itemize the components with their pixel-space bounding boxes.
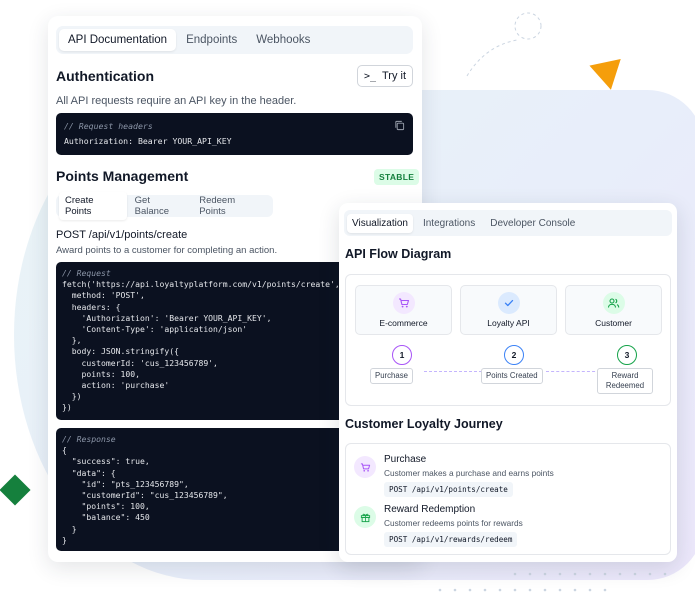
points-management-heading: Points Management: [56, 168, 189, 184]
tab-get-balance[interactable]: Get Balance: [129, 192, 192, 220]
node-loyalty-api: Loyalty API: [460, 285, 557, 335]
gift-icon: [354, 506, 376, 528]
endpoint-title: POST /api/v1/points/create: [56, 229, 188, 241]
step-number: 2: [504, 345, 524, 365]
step-label: Points Created: [481, 368, 543, 384]
points-tab-bar: Create Points Get Balance Redeem Points: [56, 192, 273, 220]
journey-description: Customer makes a purchase and earns poin…: [384, 468, 554, 478]
loyalty-journey-list: Purchase Customer makes a purchase and e…: [345, 443, 671, 555]
auth-code-block: // Request headers Authorization: Bearer…: [56, 113, 413, 155]
api-flow-diagram: E-commerce Loyalty API Customer 1 Purcha…: [345, 274, 671, 406]
diamond-decoration: [0, 474, 31, 506]
try-it-button[interactable]: >_ Try it: [357, 65, 413, 87]
users-icon: [602, 292, 625, 314]
terminal-icon: >_: [363, 70, 376, 82]
step-label: Purchase: [370, 368, 413, 384]
tab-endpoints[interactable]: Endpoints: [177, 29, 246, 51]
try-it-label: Try it: [382, 70, 407, 82]
tab-webhooks[interactable]: Webhooks: [247, 29, 319, 51]
tab-visualization[interactable]: Visualization: [347, 213, 413, 233]
api-flow-heading: API Flow Diagram: [345, 247, 452, 261]
journey-description: Customer redeems points for rewards: [384, 518, 523, 528]
step-number: 3: [617, 345, 637, 365]
triangle-decoration: [589, 58, 627, 94]
journey-endpoint: POST /api/v1/points/create: [384, 482, 513, 497]
endpoint-description: Award points to a customer for completin…: [56, 245, 278, 256]
loyalty-journey-heading: Customer Loyalty Journey: [345, 417, 503, 431]
tab-developer-console[interactable]: Developer Console: [485, 214, 580, 233]
viz-tab-bar: Visualization Integrations Developer Con…: [344, 210, 672, 236]
tab-redeem-points[interactable]: Redeem Points: [193, 192, 268, 220]
code-comment: // Request headers: [64, 121, 153, 131]
code-line: Authorization: Bearer YOUR_API_KEY: [64, 136, 232, 146]
cart-icon: [354, 456, 376, 478]
node-label: Customer: [595, 318, 632, 328]
dashed-arc-decoration: [466, 12, 542, 77]
node-ecommerce: E-commerce: [355, 285, 452, 335]
tab-api-documentation[interactable]: API Documentation: [59, 29, 177, 51]
journey-title: Purchase: [384, 454, 427, 465]
authentication-heading: Authentication: [56, 68, 154, 84]
authentication-description: All API requests require an API key in t…: [56, 95, 297, 107]
cart-icon: [392, 292, 415, 314]
node-label: E-commerce: [379, 318, 428, 328]
dot-grid-decoration: [438, 572, 667, 592]
status-badge: STABLE: [374, 169, 420, 185]
copy-icon[interactable]: [394, 120, 405, 131]
step-label: Reward Redeemed: [597, 368, 653, 394]
tab-create-points[interactable]: Create Points: [59, 192, 127, 220]
journey-endpoint: POST /api/v1/rewards/redeem: [384, 532, 518, 547]
docs-tab-bar: API Documentation Endpoints Webhooks: [56, 26, 413, 54]
node-label: Loyalty API: [487, 318, 530, 328]
tab-integrations[interactable]: Integrations: [418, 214, 480, 233]
journey-title: Reward Redemption: [384, 504, 476, 515]
node-customer: Customer: [565, 285, 662, 335]
check-icon: [497, 292, 520, 314]
visualization-panel: Visualization Integrations Developer Con…: [339, 203, 677, 562]
step-number: 1: [392, 345, 412, 365]
